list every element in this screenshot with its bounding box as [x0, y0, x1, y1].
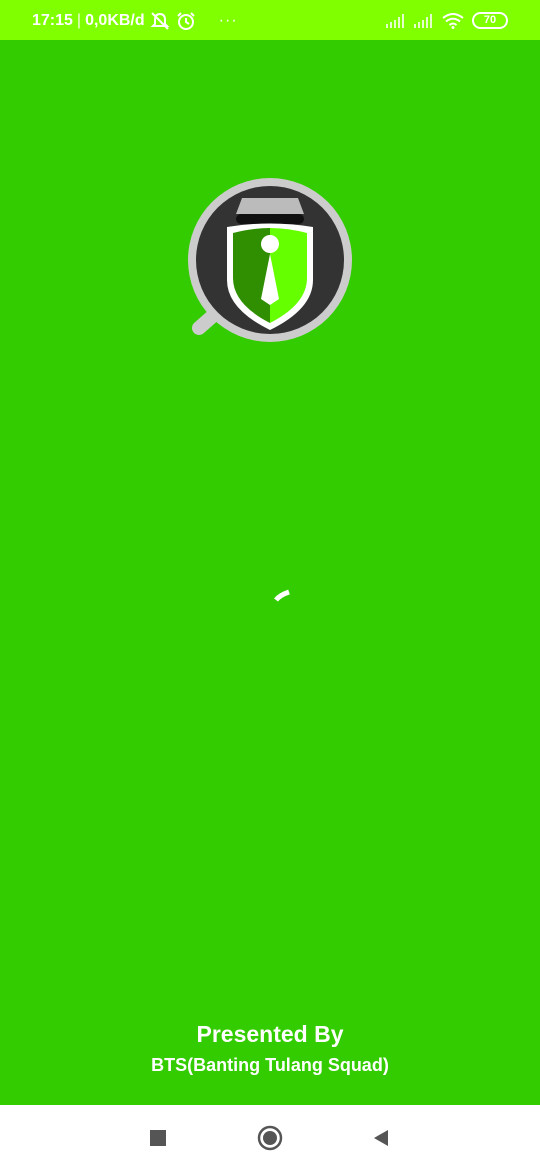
triangle-back-icon[interactable] [368, 1125, 394, 1151]
battery-level: 70 [483, 14, 497, 26]
status-right: 70 [386, 12, 508, 29]
splash-screen: 17:15 | 0,0KB/d ··· 70 Presented By BTS(… [0, 0, 540, 1170]
network-speed: 0,0KB/d [85, 12, 145, 29]
presented-by-label: Presented By [196, 1021, 344, 1047]
loading-spinner-icon [274, 589, 290, 602]
status-time: 17:15 [32, 12, 73, 29]
status-left: 17:15 | 0,0KB/d ··· [32, 11, 238, 31]
status-bar: 17:15 | 0,0KB/d ··· 70 [0, 0, 540, 40]
wifi-icon [442, 12, 464, 29]
navigation-bar [0, 1105, 540, 1170]
credit-label: BTS(Banting Tulang Squad) [151, 1055, 389, 1075]
signal-icon [386, 13, 404, 28]
battery-icon: 70 [472, 12, 508, 29]
notifications-off-icon [150, 12, 170, 30]
circle-icon[interactable] [257, 1125, 283, 1151]
signal-icon [414, 13, 432, 28]
square-icon[interactable] [145, 1125, 171, 1151]
alarm-icon [176, 12, 195, 30]
security-badge-logo-icon [188, 178, 352, 342]
more-indicator: ··· [218, 12, 238, 29]
status-separator: | [76, 12, 82, 29]
